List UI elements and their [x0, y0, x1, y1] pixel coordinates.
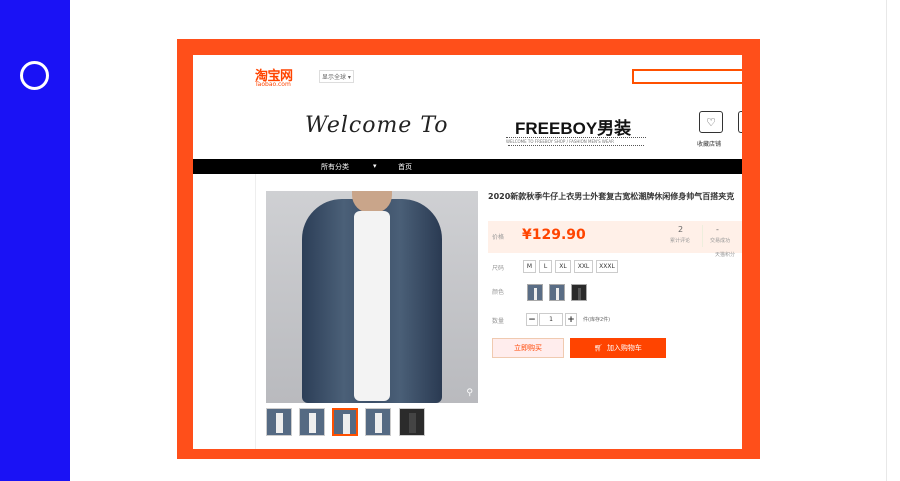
search-input[interactable] — [632, 69, 742, 84]
slide-accent-bar — [0, 0, 70, 481]
zoom-icon[interactable]: ⚲ — [466, 388, 473, 398]
product-thumbnail[interactable] — [399, 408, 425, 436]
thumbnail-shirt — [276, 413, 283, 433]
product-thumbnail[interactable] — [299, 408, 325, 436]
region-selector[interactable]: 显示全球 ▾ — [319, 70, 354, 83]
tagline-divider — [508, 145, 644, 146]
circle-icon — [20, 61, 49, 90]
buy-now-button[interactable]: 立即购买 — [492, 338, 564, 358]
thumbnail-shirt — [309, 413, 316, 433]
welcome-text: Welcome To — [305, 113, 449, 138]
size-option-xl[interactable]: XL — [555, 260, 571, 273]
quantity-label: 数量 — [492, 318, 505, 325]
product-main-image[interactable]: ⚲ — [266, 191, 478, 403]
quantity-increase-button[interactable]: + — [565, 313, 577, 326]
taobao-logo-subtext: Taobao.com — [255, 81, 291, 88]
size-option-xxl[interactable]: XXL — [574, 260, 593, 273]
product-thumbnail[interactable] — [266, 408, 292, 436]
thumbnail-shirt — [409, 413, 416, 433]
shop-name: FREEBOY男装 — [515, 119, 632, 138]
size-label: 尺码 — [492, 265, 505, 272]
color-label: 颜色 — [492, 289, 505, 296]
add-to-cart-label: 加入购物车 — [606, 344, 642, 352]
color-swatch-shirt — [534, 288, 537, 300]
heart-icon: ♡ — [706, 115, 716, 129]
stock-text: 件(库存2件) — [583, 317, 611, 323]
quantity-decrease-button[interactable]: − — [526, 313, 538, 326]
price-panel: 价格 ¥129.90 2 累计评论 - 交易成功 — [488, 221, 742, 253]
points-note: 天猫积分 — [715, 252, 736, 258]
secondary-shop-button[interactable] — [738, 111, 742, 133]
nav-item-all-categories[interactable]: 所有分类 — [321, 162, 349, 172]
cart-icon: 🛒︎ — [594, 344, 603, 352]
product-price: ¥129.90 — [522, 227, 586, 243]
taobao-product-page: 淘宝网 Taobao.com 显示全球 ▾ Welcome To FREEBOY… — [193, 55, 742, 449]
color-swatch-shirt — [556, 288, 559, 300]
price-label: 价格 — [492, 234, 505, 241]
reviews-label: 交易成功 — [710, 238, 731, 244]
sales-count: 2 — [678, 225, 684, 234]
price-panel-divider — [702, 225, 703, 247]
quantity-input[interactable]: 1 — [539, 313, 563, 326]
nav-item-home[interactable]: 首页 — [398, 162, 412, 172]
favorite-shop-label: 收藏店铺 — [697, 141, 722, 148]
slide-canvas: 淘宝网 Taobao.com 显示全球 ▾ Welcome To FREEBOY… — [0, 0, 900, 481]
right-edge-divider — [886, 0, 887, 481]
color-option[interactable] — [549, 284, 565, 301]
shop-tagline: WELCOME TO FREEBOY SHOP / FASHION MEN'S … — [506, 137, 646, 144]
size-option-m[interactable]: M — [523, 260, 536, 273]
chevron-down-icon[interactable]: ▾ — [373, 162, 377, 170]
color-option[interactable] — [571, 284, 587, 301]
content-divider — [255, 174, 256, 449]
size-option-xxxl[interactable]: XXXL — [596, 260, 618, 273]
product-thumbnail[interactable] — [365, 408, 391, 436]
sales-label: 累计评论 — [670, 238, 691, 244]
white-tshirt — [354, 211, 390, 401]
size-option-l[interactable]: L — [539, 260, 552, 273]
favorite-shop-button[interactable]: ♡ — [699, 111, 723, 133]
reviews-count: - — [716, 225, 719, 234]
product-thumbnail-selected[interactable] — [332, 408, 358, 436]
color-swatch-shirt — [578, 288, 581, 300]
thumbnail-shirt — [343, 414, 350, 434]
product-title: 2020新款秋季牛仔上衣男士外套复古宽松潮牌休闲修身帅气百搭夹克 — [488, 192, 735, 201]
add-to-cart-button[interactable]: 🛒︎ 加入购物车 — [570, 338, 666, 358]
color-option[interactable] — [527, 284, 543, 301]
thumbnail-shirt — [375, 413, 382, 433]
shop-nav-bar: 所有分类 ▾ 首页 — [193, 159, 742, 174]
